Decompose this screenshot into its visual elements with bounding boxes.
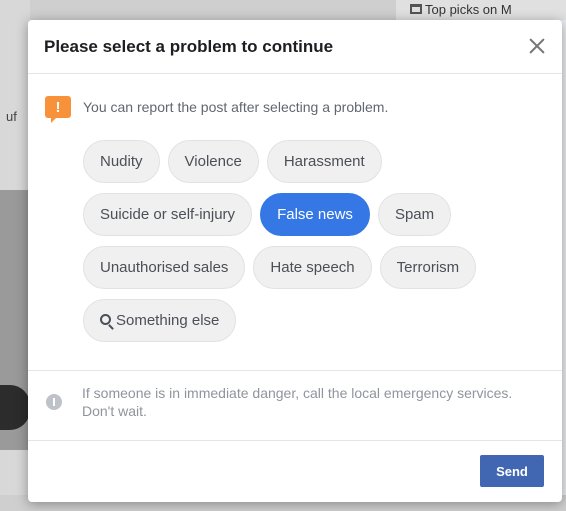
search-icon	[100, 314, 111, 325]
problem-row: Suicide or self-injury False news Spam	[83, 193, 523, 236]
background-top-bar	[30, 0, 396, 20]
background-right-text: Top picks on M	[425, 2, 512, 17]
warning-icon: !	[45, 96, 71, 123]
chip-terrorism[interactable]: Terrorism	[379, 246, 477, 289]
dialog-header: Please select a problem to continue	[28, 20, 562, 74]
problem-row: Nudity Violence Harassment	[83, 140, 523, 183]
chip-false-news[interactable]: False news	[260, 193, 370, 236]
chip-harassment[interactable]: Harassment	[266, 140, 382, 183]
chip-hate-speech[interactable]: Hate speech	[253, 246, 372, 289]
problem-options: Nudity Violence Harassment Suicide or se…	[83, 140, 523, 352]
chip-nudity[interactable]: Nudity	[83, 140, 160, 183]
background-left-text: uf	[6, 109, 17, 124]
news-feed-icon	[410, 4, 422, 14]
chip-spam[interactable]: Spam	[377, 193, 452, 236]
divider	[28, 440, 562, 441]
chip-something-else[interactable]: Something else	[83, 299, 237, 342]
chip-suicide-or-self-injury[interactable]: Suicide or self-injury	[83, 193, 253, 236]
chip-unauthorised-sales[interactable]: Unauthorised sales	[83, 246, 246, 289]
info-icon	[46, 394, 62, 410]
notice-text: You can report the post after selecting …	[83, 99, 389, 115]
emergency-notice: If someone is in immediate danger, call …	[46, 384, 546, 420]
chip-violence[interactable]: Violence	[167, 140, 259, 183]
problem-row: Unauthorised sales Hate speech Terrorism	[83, 246, 523, 289]
emergency-text: If someone is in immediate danger, call …	[82, 385, 513, 419]
chip-something-else-label: Something else	[116, 312, 220, 329]
report-notice: ! You can report the post after selectin…	[28, 95, 562, 123]
send-button[interactable]: Send	[480, 455, 544, 487]
problem-row: Something else	[83, 299, 523, 342]
report-dialog: Please select a problem to continue ! Yo…	[28, 20, 562, 502]
close-icon[interactable]	[526, 35, 548, 57]
divider	[28, 370, 562, 371]
dialog-title: Please select a problem to continue	[44, 36, 334, 56]
